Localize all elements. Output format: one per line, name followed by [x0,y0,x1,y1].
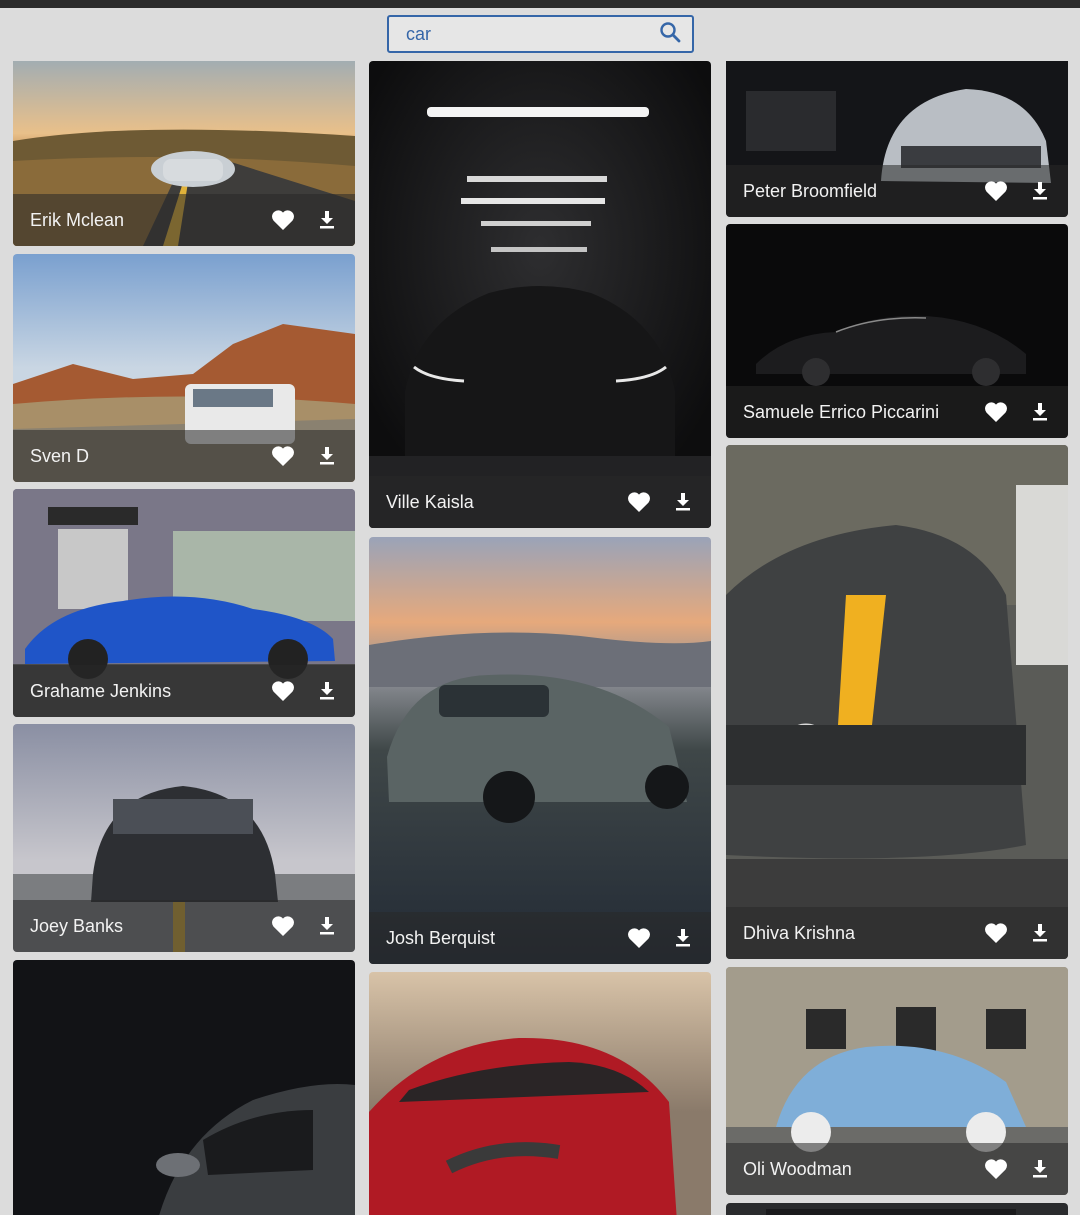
heart-icon [984,401,1008,423]
like-button[interactable] [623,922,655,954]
photo-card[interactable]: Peter Broomfield [726,61,1068,217]
car-photo [369,537,711,964]
heart-icon [271,680,295,702]
author-name: Sven D [30,445,90,466]
download-icon [318,681,336,701]
photo-card[interactable]: Erik Mclean [13,61,355,246]
photo-card[interactable]: Grahame Jenkins [13,489,355,717]
download-button[interactable] [1024,917,1056,949]
download-button[interactable] [311,440,343,472]
download-icon [1031,402,1049,422]
like-button[interactable] [267,440,299,472]
download-icon [318,210,336,230]
author-name: Ville Kaisla [386,491,474,512]
card-footer: Grahame Jenkins [13,665,355,717]
photo-card[interactable] [369,972,711,1215]
car-photo [726,445,1068,959]
download-icon [1031,923,1049,943]
car-photo [13,960,355,1215]
author-name: Grahame Jenkins [30,680,172,701]
heart-icon [627,491,651,513]
search-icon [658,20,682,49]
photo-card[interactable]: Ville Kaisla [369,61,711,528]
car-photo [726,1203,1068,1215]
search-button[interactable] [648,17,692,51]
heart-icon [984,922,1008,944]
like-button[interactable] [267,675,299,707]
photo-card[interactable]: Sven D [13,254,355,482]
card-footer: Sven D [13,430,355,482]
heart-icon [271,445,295,467]
heart-icon [271,209,295,231]
like-button[interactable] [980,917,1012,949]
like-button[interactable] [980,1153,1012,1185]
card-footer: Samuele Errico Piccarini [726,386,1068,438]
download-icon [318,916,336,936]
card-footer: Joey Banks [13,900,355,952]
car-photo [369,972,711,1215]
status-strip [0,0,1080,8]
author-name: Peter Broomfield [743,180,878,201]
photo-card[interactable]: Dhiva Krishna [726,445,1068,959]
photo-grid: Erik Mclean Sven D Grahame Jenkins Joey … [0,61,1080,1215]
author-name: Joey Banks [30,915,124,936]
heart-icon [984,1158,1008,1180]
download-icon [1031,181,1049,201]
card-footer: Ville Kaisla [369,476,711,528]
header [0,8,1080,61]
card-footer: Erik Mclean [13,194,355,246]
photo-card[interactable]: Samuele Errico Piccarini [726,224,1068,438]
download-button[interactable] [1024,396,1056,428]
card-footer: Peter Broomfield [726,165,1068,217]
card-footer: Dhiva Krishna [726,907,1068,959]
download-icon [1031,1159,1049,1179]
download-icon [674,928,692,948]
search-input[interactable] [389,17,648,51]
download-button[interactable] [311,204,343,236]
download-icon [674,492,692,512]
photo-card[interactable] [13,960,355,1215]
author-name: Samuele Errico Piccarini [743,401,940,422]
heart-icon [984,180,1008,202]
download-button[interactable] [311,675,343,707]
download-icon [318,446,336,466]
like-button[interactable] [980,396,1012,428]
author-name: Josh Berquist [386,927,496,948]
author-name: Dhiva Krishna [743,922,856,943]
download-button[interactable] [667,486,699,518]
download-button[interactable] [667,922,699,954]
download-button[interactable] [1024,175,1056,207]
card-footer: Oli Woodman [726,1143,1068,1195]
photo-card[interactable]: Oli Woodman [726,967,1068,1195]
like-button[interactable] [623,486,655,518]
search-bar [387,15,694,53]
download-button[interactable] [311,910,343,942]
author-name: Erik Mclean [30,209,125,230]
card-footer: Josh Berquist [369,912,711,964]
like-button[interactable] [267,910,299,942]
author-name: Oli Woodman [743,1158,852,1179]
heart-icon [627,927,651,949]
download-button[interactable] [1024,1153,1056,1185]
photo-card[interactable]: Joey Banks [13,724,355,952]
heart-icon [271,915,295,937]
like-button[interactable] [267,204,299,236]
car-photo [369,61,711,528]
like-button[interactable] [980,175,1012,207]
photo-card[interactable] [726,1203,1068,1215]
photo-card[interactable]: Josh Berquist [369,537,711,964]
